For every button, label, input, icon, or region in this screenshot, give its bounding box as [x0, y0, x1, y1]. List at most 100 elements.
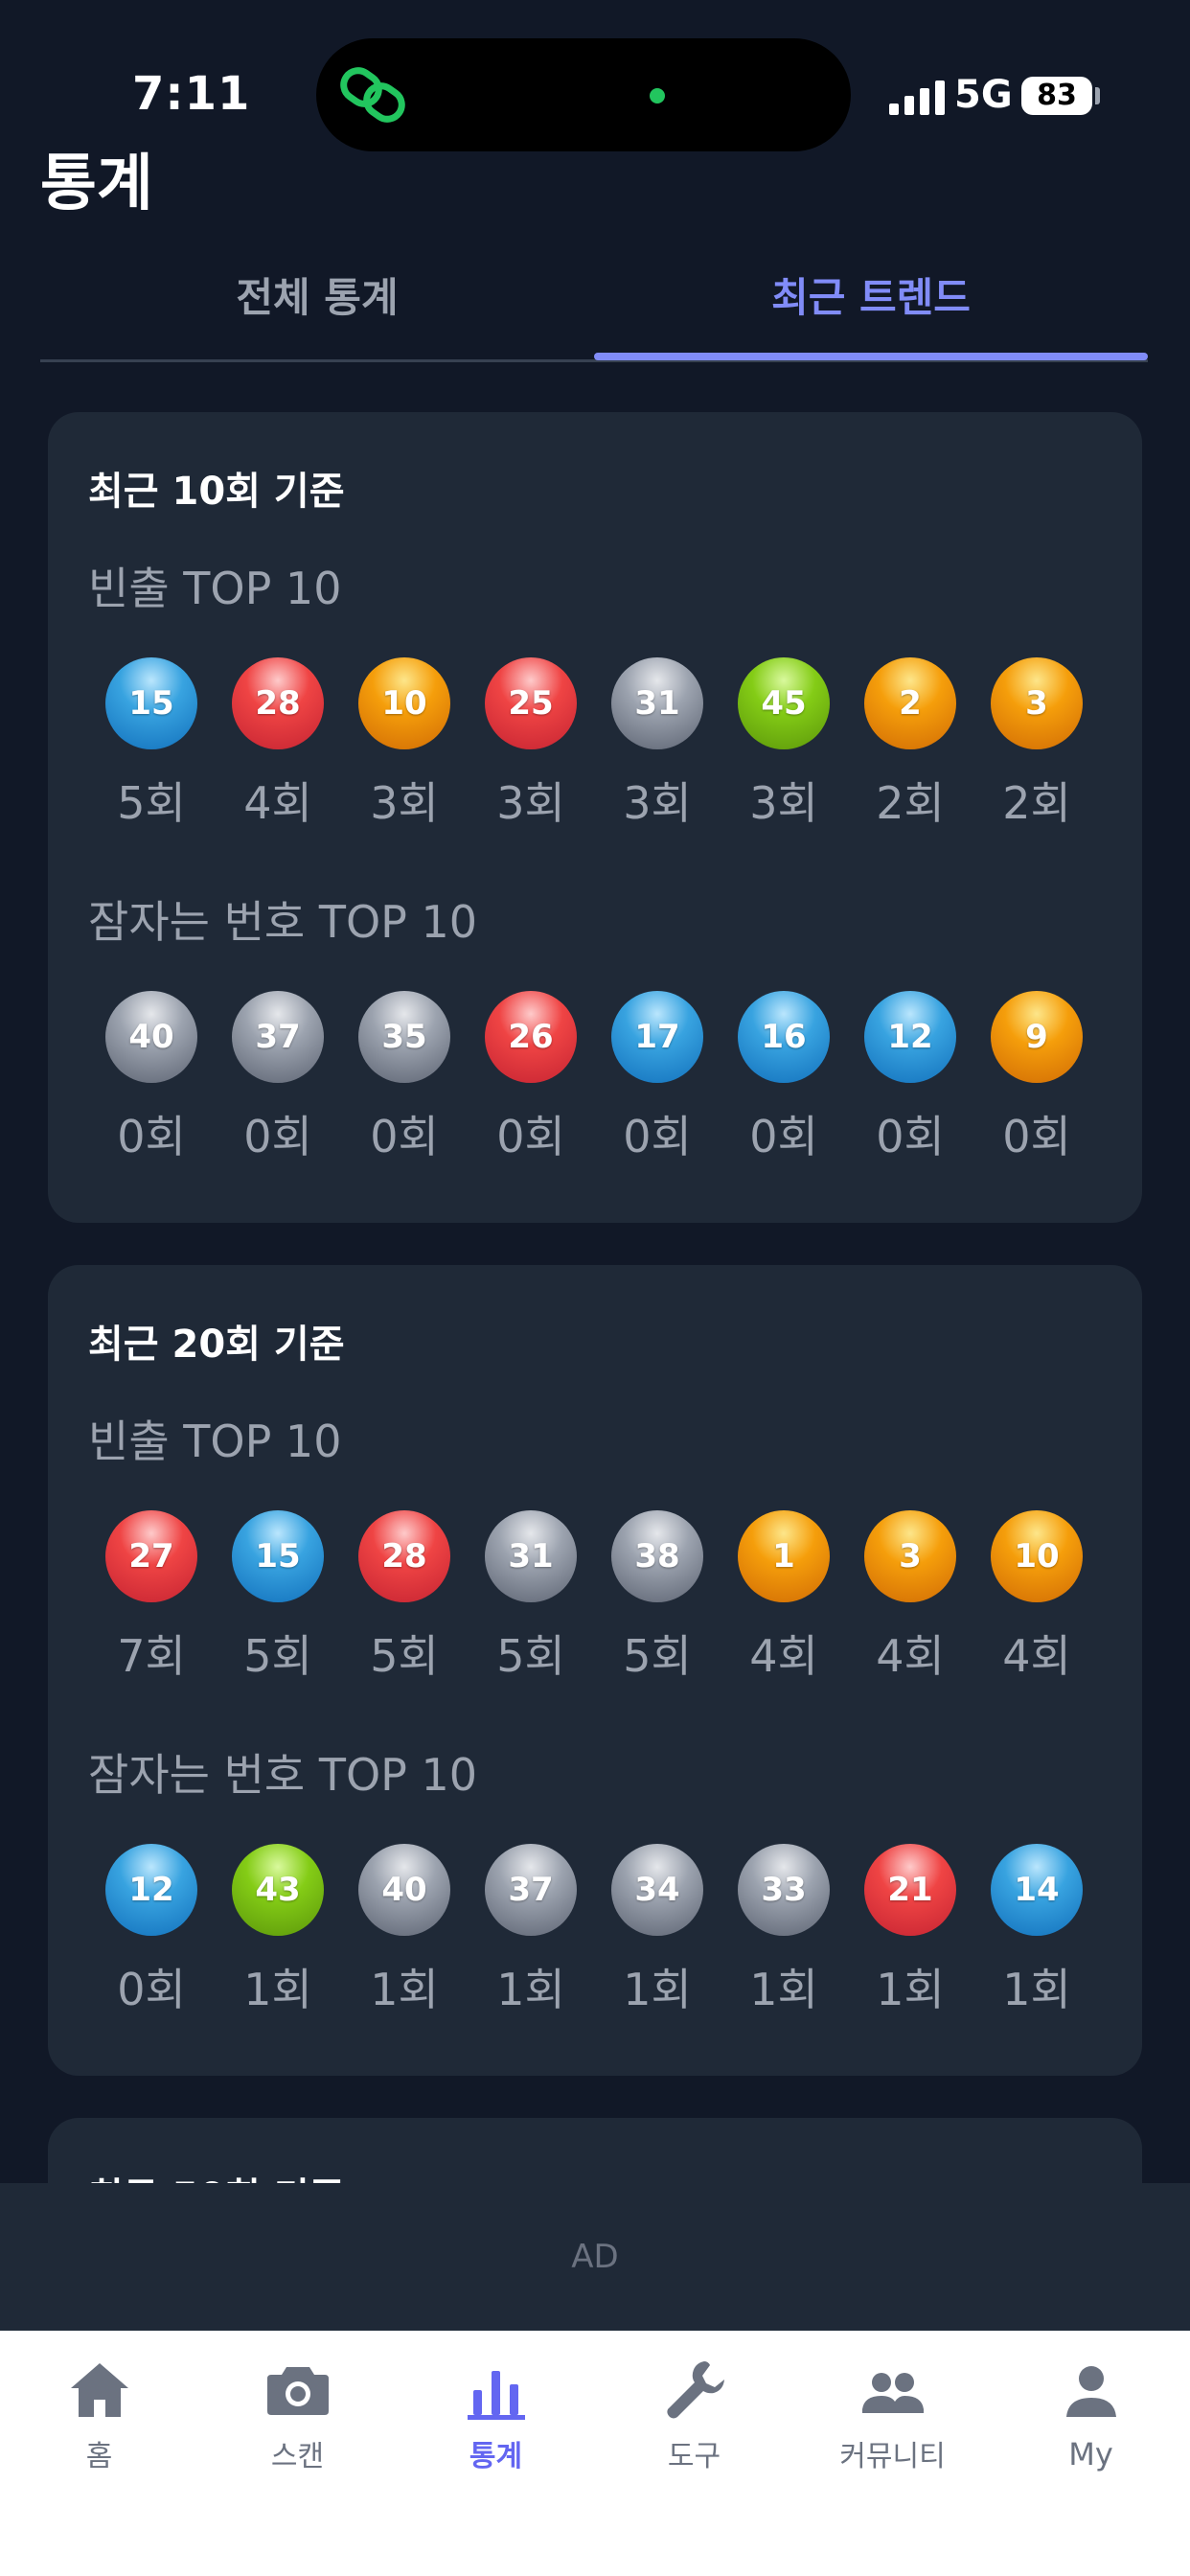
page-title: 통계: [40, 149, 153, 219]
lotto-ball[interactable]: 31: [485, 1510, 577, 1602]
signal-bars-icon: [889, 80, 945, 115]
tab-recent-trends[interactable]: 최근 트렌드: [594, 257, 1148, 359]
lotto-ball[interactable]: 1: [738, 1510, 830, 1602]
number-ball-item: 9 0회: [991, 991, 1083, 1162]
lotto-ball[interactable]: 14: [991, 1844, 1083, 1936]
lotto-ball[interactable]: 38: [611, 1510, 703, 1602]
nav-item-stats[interactable]: 통계: [397, 2356, 595, 2499]
active-tab-indicator: [594, 353, 1148, 360]
nav-label: 커뮤니티: [839, 2440, 946, 2473]
number-ball-item: 15 5회: [232, 1510, 324, 1682]
lotto-ball[interactable]: 33: [738, 1844, 830, 1936]
lotto-ball[interactable]: 35: [358, 991, 450, 1083]
number-ball-item: 10 3회: [358, 657, 450, 829]
number-ball-item: 31 5회: [485, 1510, 577, 1682]
number-ball-item: 40 1회: [358, 1844, 450, 2015]
nav-item-my[interactable]: My: [992, 2356, 1190, 2499]
number-ball-item: 12 0회: [864, 991, 956, 1162]
ball-row-sleeping: 40 0회 37 0회 35 0회 26 0회 17 0회 16 0회 12 0회 9 0회: [105, 991, 1083, 1162]
lotto-ball[interactable]: 37: [232, 991, 324, 1083]
section-title-sleeping: 잠자는 번호 TOP 10: [88, 896, 478, 948]
status-time: 7:11: [132, 67, 251, 121]
battery-icon: 83: [1021, 77, 1092, 115]
section-title-frequent: 빈출 TOP 10: [88, 563, 342, 614]
lotto-ball[interactable]: 43: [232, 1844, 324, 1936]
number-ball-item: 12 0회: [105, 1844, 197, 2015]
lotto-ball[interactable]: 10: [358, 657, 450, 749]
number-ball-item: 33 1회: [738, 1844, 830, 2015]
number-ball-item: 45 3회: [738, 657, 830, 829]
camera-indicator-dot: [650, 88, 665, 104]
lotto-ball[interactable]: 16: [738, 991, 830, 1083]
number-ball-item: 14 1회: [991, 1844, 1083, 2015]
number-ball-item: 17 0회: [611, 991, 703, 1162]
section-title-frequent: 빈출 TOP 10: [88, 1415, 342, 1467]
lotto-ball[interactable]: 28: [232, 657, 324, 749]
tab-overall-stats[interactable]: 전체 통계: [40, 257, 594, 359]
lotto-ball[interactable]: 34: [611, 1844, 703, 1936]
lotto-ball[interactable]: 2: [864, 657, 956, 749]
lotto-ball[interactable]: 12: [864, 991, 956, 1083]
bottom-nav: 홈 스캔 통계 도구 커뮤니티 My: [0, 2331, 1190, 2576]
number-ball-item: 3 4회: [864, 1510, 956, 1682]
nav-item-scan[interactable]: 스캔: [198, 2356, 397, 2499]
lotto-ball[interactable]: 40: [105, 991, 197, 1083]
lotto-ball[interactable]: 45: [738, 657, 830, 749]
lotto-ball[interactable]: 3: [864, 1510, 956, 1602]
lotto-ball[interactable]: 9: [991, 991, 1083, 1083]
nav-item-tools[interactable]: 도구: [595, 2356, 793, 2499]
tab-bar: 전체 통계 최근 트렌드: [40, 257, 1148, 362]
lotto-ball[interactable]: 31: [611, 657, 703, 749]
number-ball-item: 31 3회: [611, 657, 703, 829]
nav-item-community[interactable]: 커뮤니티: [793, 2356, 992, 2499]
number-ball-item: 27 7회: [105, 1510, 197, 1682]
wrench-icon: [666, 2361, 724, 2419]
trend-cards-scroll[interactable]: 최근 10회 기준 빈출 TOP 10 15 5회 28 4회 10 3회 25 3회 31 3회…: [0, 383, 1190, 2183]
lotto-ball[interactable]: 27: [105, 1510, 197, 1602]
number-ball-item: 37 1회: [485, 1844, 577, 2015]
number-ball-item: 15 5회: [105, 657, 197, 829]
nav-label: 스캔: [270, 2440, 325, 2473]
lotto-ball[interactable]: 17: [611, 991, 703, 1083]
number-ball-item: 34 1회: [611, 1844, 703, 2015]
lotto-ball[interactable]: 40: [358, 1844, 450, 1936]
lotto-ball[interactable]: 26: [485, 991, 577, 1083]
lotto-ball[interactable]: 15: [232, 1510, 324, 1602]
number-ball-item: 3 2회: [991, 657, 1083, 829]
lotto-ball[interactable]: 25: [485, 657, 577, 749]
number-ball-item: 28 5회: [358, 1510, 450, 1682]
nav-label: 통계: [469, 2440, 523, 2473]
nav-label: 도구: [667, 2440, 721, 2473]
status-bar: 7:11 5G 83: [0, 0, 1190, 151]
number-ball-item: 38 5회: [611, 1510, 703, 1682]
lotto-ball[interactable]: 15: [105, 657, 197, 749]
lotto-ball[interactable]: 37: [485, 1844, 577, 1936]
trend-card-50: 최근 50회 기준: [48, 2118, 1142, 2183]
number-ball-item: 37 0회: [232, 991, 324, 1162]
number-ball-item: 28 4회: [232, 657, 324, 829]
card-title: 최근 20회 기준: [88, 1322, 345, 1367]
number-ball-item: 1 4회: [738, 1510, 830, 1682]
number-ball-item: 16 0회: [738, 991, 830, 1162]
nav-item-home[interactable]: 홈: [0, 2356, 198, 2499]
ball-row-frequent: 27 7회 15 5회 28 5회 31 5회 38 5회 1 4회 3 4회 10 4회: [105, 1510, 1083, 1682]
lotto-ball[interactable]: 10: [991, 1510, 1083, 1602]
ball-row-frequent: 15 5회 28 4회 10 3회 25 3회 31 3회 45 3회 2 2회 3 2회: [105, 657, 1083, 829]
camera-icon: [266, 2367, 329, 2415]
number-ball-item: 26 0회: [485, 991, 577, 1162]
section-title-sleeping: 잠자는 번호 TOP 10: [88, 1749, 478, 1801]
bar-chart-icon: [467, 2371, 525, 2420]
trend-card-10: 최근 10회 기준 빈출 TOP 10 15 5회 28 4회 10 3회 25 3회 31 3회…: [48, 412, 1142, 1223]
lotto-ball[interactable]: 12: [105, 1844, 197, 1936]
lotto-ball[interactable]: 3: [991, 657, 1083, 749]
ball-count: 4회: [1002, 1630, 1071, 1682]
ball-count: 2회: [1002, 777, 1071, 829]
lotto-ball[interactable]: 21: [864, 1844, 956, 1936]
number-ball-item: 40 0회: [105, 991, 197, 1162]
ball-row-sleeping: 12 0회 43 1회 40 1회 37 1회 34 1회 33 1회 21 1회 14 1회: [105, 1844, 1083, 2015]
lotto-ball[interactable]: 28: [358, 1510, 450, 1602]
number-ball-item: 35 0회: [358, 991, 450, 1162]
ad-banner[interactable]: AD: [0, 2183, 1190, 2331]
network-type: 5G: [954, 73, 1013, 117]
number-ball-item: 2 2회: [864, 657, 956, 829]
